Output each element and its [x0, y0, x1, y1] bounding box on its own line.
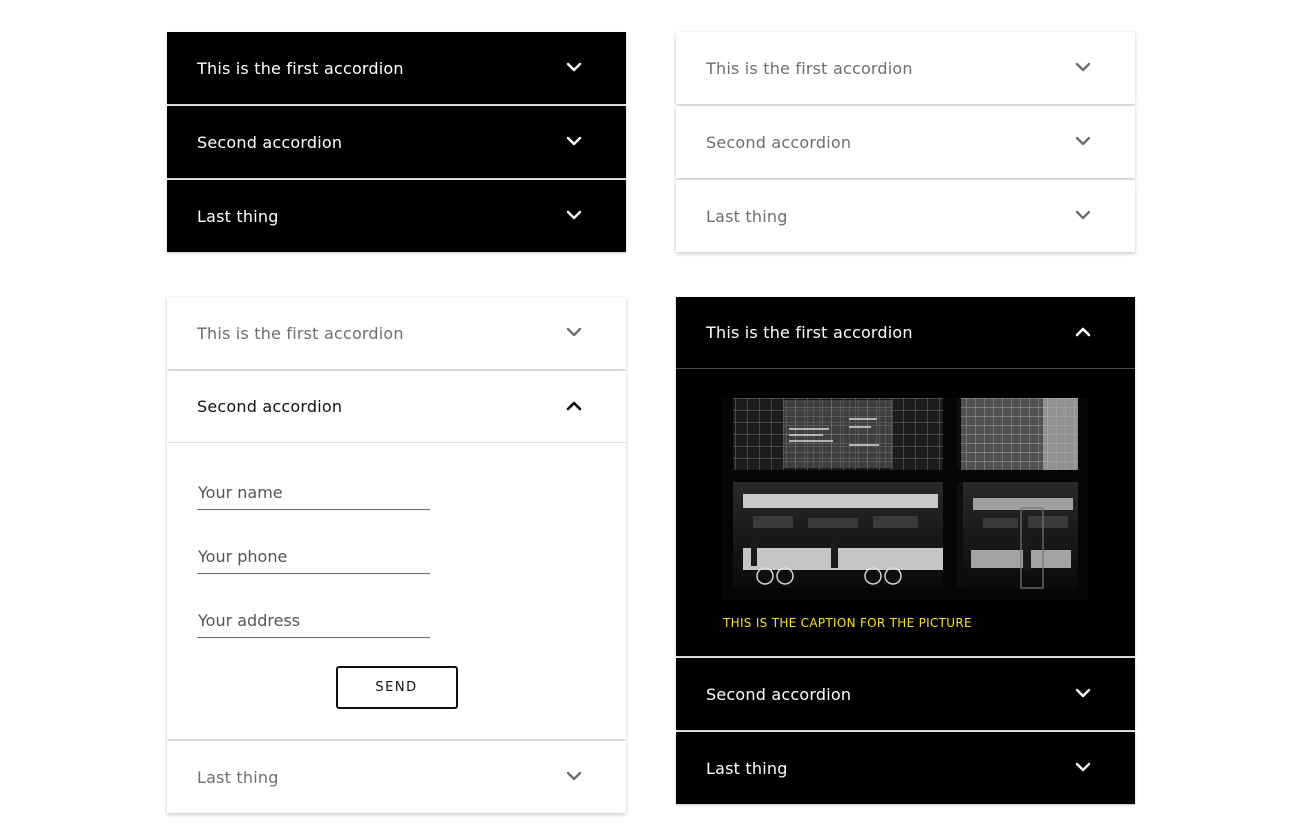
send-button[interactable]: SEND: [335, 666, 458, 709]
accordion-header[interactable]: Second accordion: [167, 106, 626, 178]
accordion-header-label: This is the first accordion: [197, 58, 404, 78]
accordion-item: This is the first accordion: [167, 32, 626, 104]
chevron-up-icon: [1075, 324, 1091, 340]
name-field[interactable]: [197, 477, 430, 510]
accordion-header[interactable]: This is the first accordion: [676, 32, 1135, 104]
chevron-down-icon: [1075, 759, 1091, 775]
accordion-header-label: Second accordion: [706, 684, 852, 704]
accordion-header-label: Second accordion: [706, 132, 852, 152]
chevron-down-icon: [1075, 59, 1091, 75]
accordion-header-label: This is the first accordion: [706, 58, 913, 78]
chevron-down-icon: [566, 133, 582, 149]
accordion-header[interactable]: Second accordion: [167, 371, 626, 443]
accordion-light-form: This is the first accordion Second accor…: [167, 297, 626, 815]
accordion-dark-collapsed: This is the first accordion Second accor…: [167, 32, 626, 254]
accordion-item-expanded: Second accordion SEND: [167, 371, 626, 739]
accordion-header[interactable]: This is the first accordion: [167, 297, 626, 369]
chevron-up-icon: [566, 398, 582, 414]
accordion-item: Second accordion: [167, 106, 626, 178]
accordion-header-label: Second accordion: [197, 397, 343, 416]
address-field[interactable]: [197, 605, 430, 638]
accordion-header[interactable]: Last thing: [676, 732, 1135, 804]
accordion-light-collapsed: This is the first accordion Second accor…: [676, 32, 1135, 254]
accordion-item: This is the first accordion: [167, 297, 626, 369]
contact-form: SEND: [167, 443, 626, 739]
accordion-header[interactable]: This is the first accordion: [167, 32, 626, 104]
accordion-item: Last thing: [676, 180, 1135, 252]
accordion-header[interactable]: This is the first accordion: [676, 297, 1135, 369]
chevron-down-icon: [1075, 207, 1091, 223]
accordion-header-label: Last thing: [706, 758, 788, 778]
chevron-down-icon: [566, 59, 582, 75]
accordion-item: Second accordion: [676, 106, 1135, 178]
picture-panel: THIS IS THE CAPTION FOR THE PICTURE: [676, 369, 1135, 656]
accordion-header[interactable]: Last thing: [167, 741, 626, 813]
accordion-header-label: This is the first accordion: [197, 323, 404, 343]
accordion-item-expanded: This is the first accordion THIS IS THE …: [676, 297, 1135, 656]
phone-field[interactable]: [197, 541, 430, 574]
accordion-header[interactable]: Last thing: [676, 180, 1135, 252]
accordion-header[interactable]: Second accordion: [676, 106, 1135, 178]
chevron-down-icon: [566, 768, 582, 784]
chevron-down-icon: [1075, 685, 1091, 701]
picture-caption: THIS IS THE CAPTION FOR THE PICTURE: [723, 616, 972, 630]
office-window-photo: [723, 398, 1088, 601]
chevron-down-icon: [566, 207, 582, 223]
accordion-header-label: Last thing: [197, 767, 279, 787]
accordion-item: Second accordion: [676, 658, 1135, 730]
accordion-header-label: Last thing: [197, 206, 279, 226]
accordion-item: Last thing: [167, 741, 626, 813]
chevron-down-icon: [1075, 133, 1091, 149]
accordion-header-label: This is the first accordion: [706, 323, 913, 342]
accordion-header-label: Second accordion: [197, 132, 343, 152]
accordion-item: Last thing: [676, 732, 1135, 804]
accordion-header-label: Last thing: [706, 206, 788, 226]
accordion-item: This is the first accordion: [676, 32, 1135, 104]
accordion-item: Last thing: [167, 180, 626, 252]
chevron-down-icon: [566, 324, 582, 340]
accordion-header[interactable]: Second accordion: [676, 658, 1135, 730]
accordion-dark-picture: This is the first accordion THIS IS THE …: [676, 297, 1135, 806]
accordion-header[interactable]: Last thing: [167, 180, 626, 252]
